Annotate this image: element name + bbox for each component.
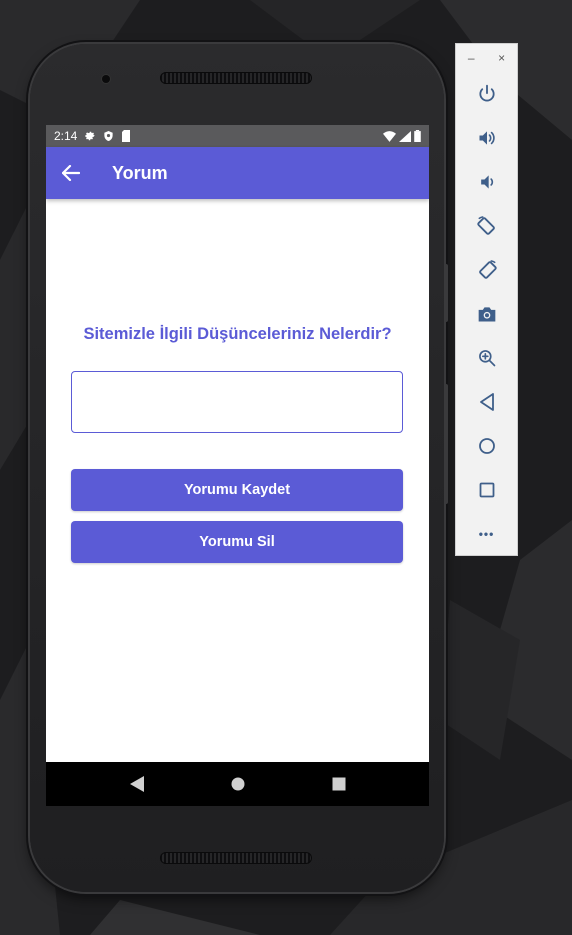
nav-back-icon[interactable] [129, 776, 144, 792]
delete-comment-button[interactable]: Yorumu Sil [71, 521, 403, 563]
more-icon[interactable]: ••• [456, 512, 517, 556]
zoom-icon[interactable] [456, 336, 517, 380]
back-arrow-icon[interactable] [60, 162, 82, 184]
status-bar: 2:14 [46, 125, 429, 147]
overview-icon[interactable] [456, 468, 517, 512]
more-label: ••• [478, 527, 495, 541]
phone-power-button [444, 264, 448, 322]
front-camera [102, 75, 110, 83]
battery-icon [414, 130, 421, 142]
app-bar: Yorum [46, 147, 429, 199]
camera-icon[interactable] [456, 292, 517, 336]
bottom-speaker [160, 852, 312, 864]
sd-card-icon [122, 130, 131, 142]
comment-input[interactable] [71, 371, 403, 433]
cell-signal-icon [399, 130, 411, 142]
status-time: 2:14 [54, 129, 78, 143]
save-comment-button[interactable]: Yorumu Kaydet [71, 469, 403, 511]
nav-home-icon[interactable] [231, 777, 245, 791]
shield-icon [104, 130, 113, 142]
wifi-icon [383, 130, 396, 142]
home-icon[interactable] [456, 424, 517, 468]
phone-volume-button [444, 384, 448, 504]
volume-up-icon[interactable] [456, 116, 517, 160]
back-icon[interactable] [456, 380, 517, 424]
device-screen: 2:14 Yorum Sitemizle İlgili Düşüncelerin… [46, 125, 429, 806]
minimize-icon[interactable]: – [468, 51, 475, 65]
emulator-toolbar-header: – × [456, 44, 517, 72]
emulator-toolbar: – × ••• [455, 43, 518, 556]
rotate-left-icon[interactable] [456, 204, 517, 248]
phone-frame: 2:14 Yorum Sitemizle İlgili Düşüncelerin… [30, 44, 448, 892]
android-nav-bar [46, 762, 429, 806]
top-speaker [160, 72, 312, 84]
power-icon[interactable] [456, 72, 517, 116]
settings-icon [85, 131, 96, 141]
volume-down-icon[interactable] [456, 160, 517, 204]
main-content: Sitemizle İlgili Düşünceleriniz Nelerdir… [46, 199, 429, 762]
close-icon[interactable]: × [498, 51, 505, 65]
page-title: Yorum [112, 162, 168, 183]
nav-overview-icon[interactable] [332, 777, 346, 791]
question-heading: Sitemizle İlgili Düşünceleriniz Nelerdir… [83, 325, 392, 343]
rotate-right-icon[interactable] [456, 248, 517, 292]
